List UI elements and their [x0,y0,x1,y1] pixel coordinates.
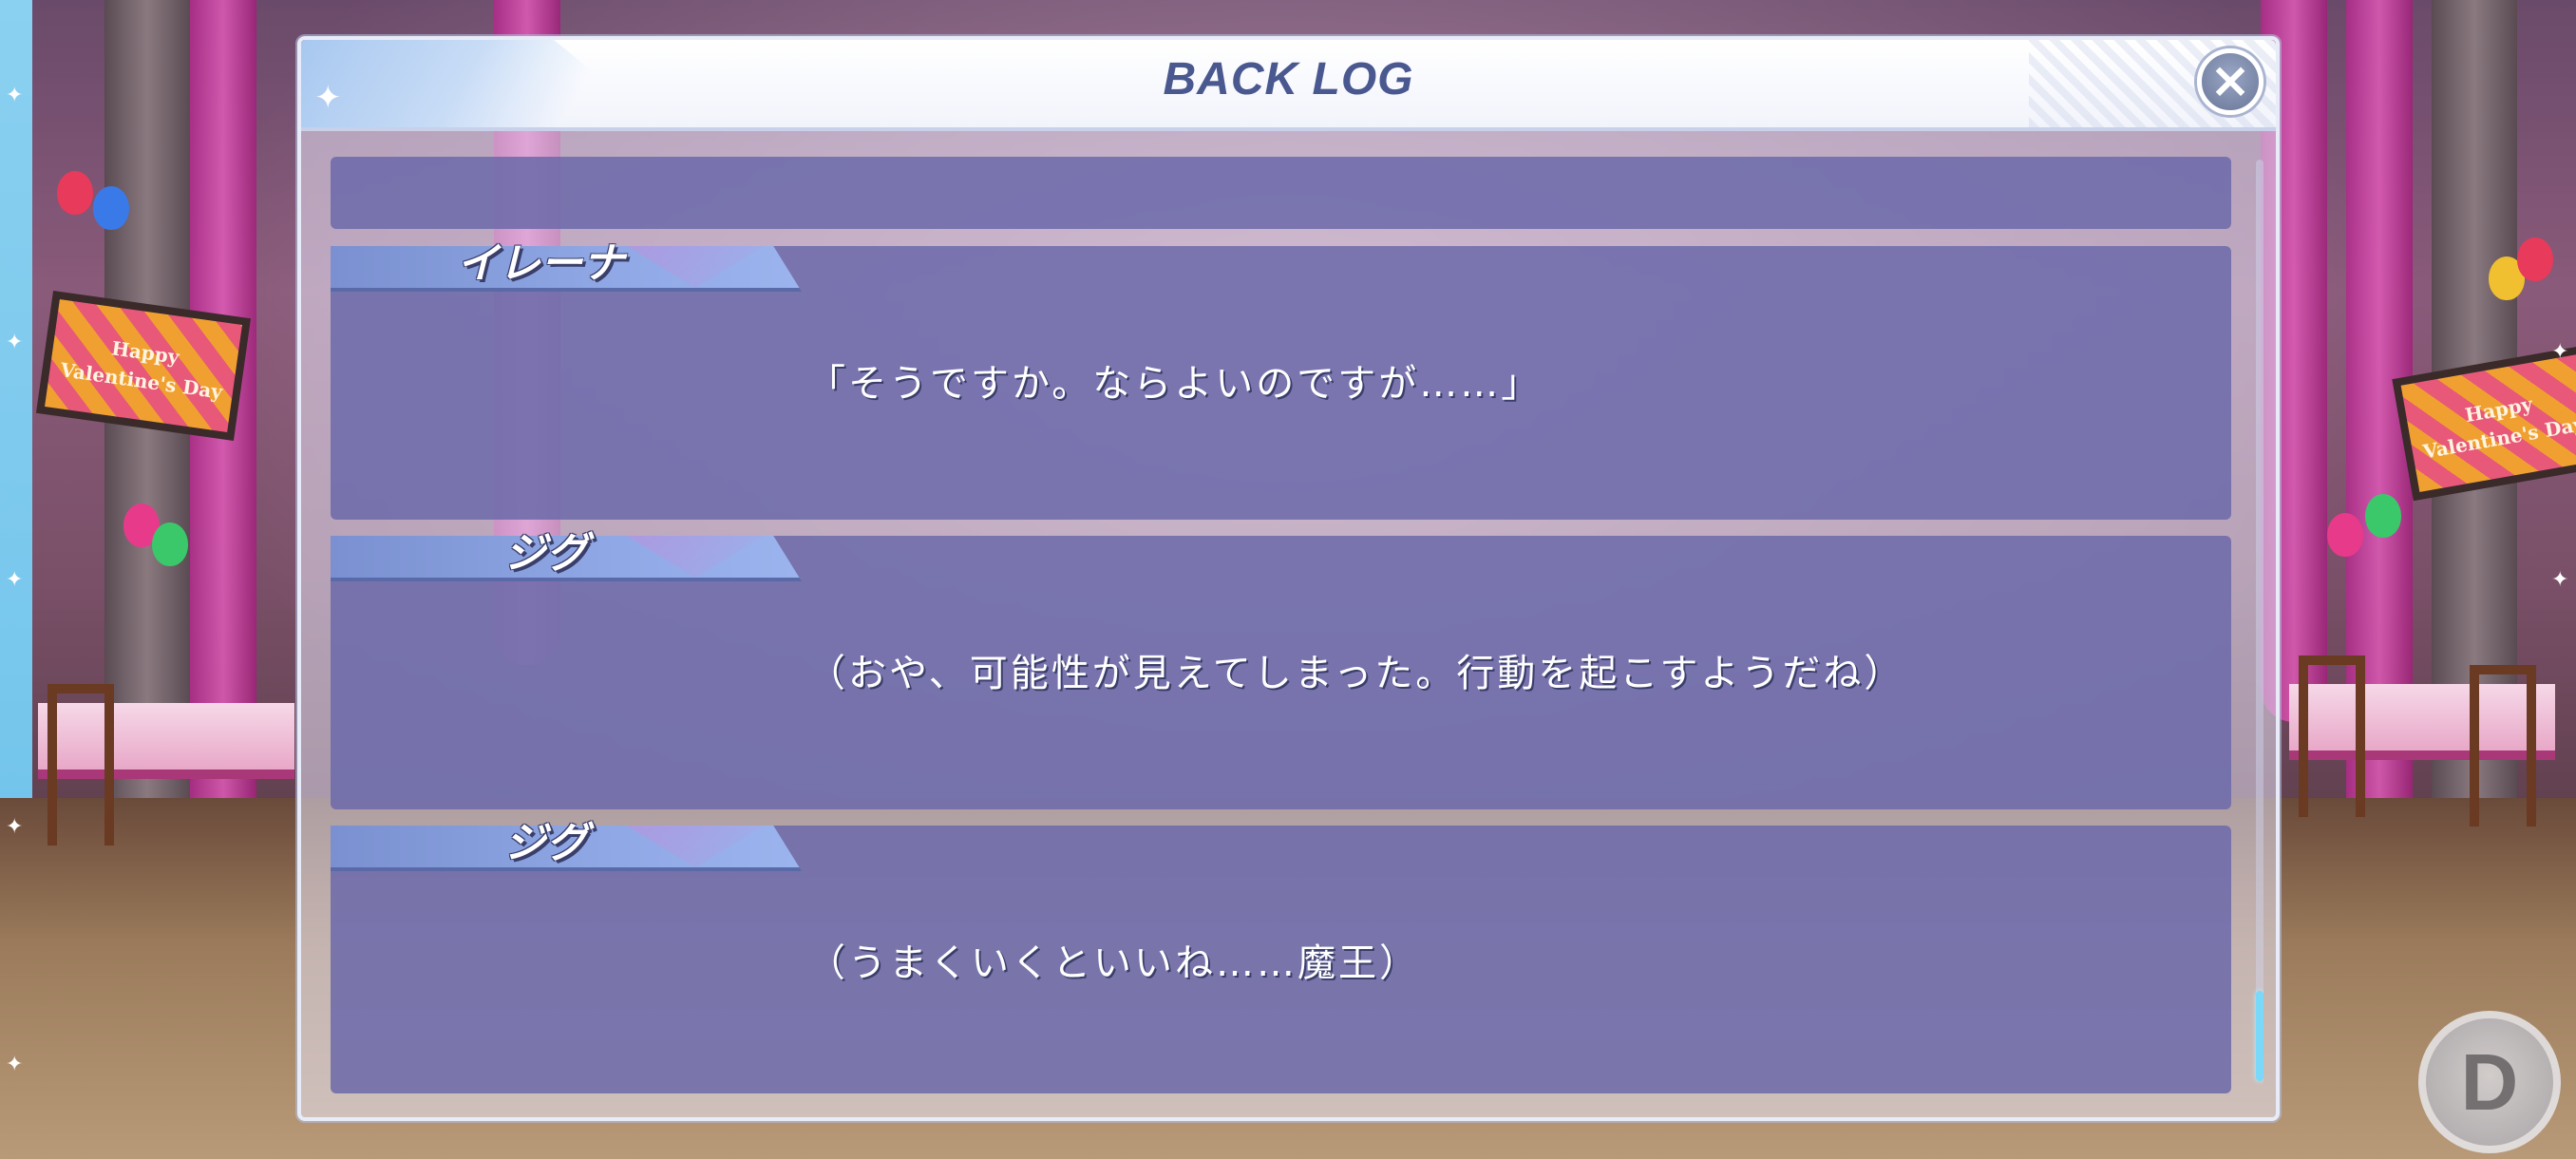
balloon [2365,494,2401,538]
scrollbar-thumb[interactable] [2256,991,2263,1081]
speaker-name: ジグ [504,529,588,578]
close-button[interactable]: × [2197,48,2263,115]
dialogue-text: 「そうですか。ならよいのですが……」 [807,362,1543,406]
speaker-name: イレーナ [457,239,624,288]
background-chair [2470,665,2536,826]
sparkle-icon: ✦ [6,815,24,839]
balloon [93,186,129,230]
background-chair [2299,656,2365,817]
speaker-name: ジグ [504,819,588,867]
balloon [152,522,188,566]
log-entry: イレーナ 「そうですか。ならよいのですが……」 [331,239,2231,520]
sparkle-icon: ✦ [6,568,24,592]
dialogue-text: （おや、可能性が見えてしまった。行動を起こすようだね） [807,652,1905,695]
panel-header: ✦ BACK LOG × [301,40,2276,131]
balloon [2327,513,2363,557]
scrollbar[interactable] [2256,160,2263,1081]
panel-title: BACK LOG [1163,54,1414,104]
corner-d-button[interactable]: D [2418,1011,2561,1153]
background-chair [47,684,114,846]
sparkle-icon: ✦ [2551,568,2569,592]
dialogue-text: （うまくいくといいね……魔王） [807,941,1420,985]
log-list[interactable]: イレーナ 「そうですか。ならよいのですが……」 ジグ （おや、可能性が見えてしま… [316,139,2263,1108]
valentine-sign: Happy Valentine's Day [2392,344,2576,502]
log-entry: ジグ （うまくいくといいね……魔王） [331,819,2231,1093]
sparkle-icon: ✦ [6,84,24,107]
d-button-label: D [2460,1037,2519,1127]
close-icon: × [2209,52,2251,109]
balloon [2517,238,2553,281]
log-entry-partial [331,157,2231,229]
log-entry: ジグ （おや、可能性が見えてしまった。行動を起こすようだね） [331,529,2231,809]
backlog-panel: ✦ BACK LOG × イレーナ 「そうですか。ならよいのですが……」 ジグ … [297,36,2280,1121]
sparkle-icon: ✦ [6,1053,24,1076]
sparkle-icon: ✦ [2551,340,2569,364]
valentine-sign: Happy Valentine's Day [35,291,252,441]
balloon [57,171,93,215]
sparkle-icon: ✦ [6,331,24,354]
